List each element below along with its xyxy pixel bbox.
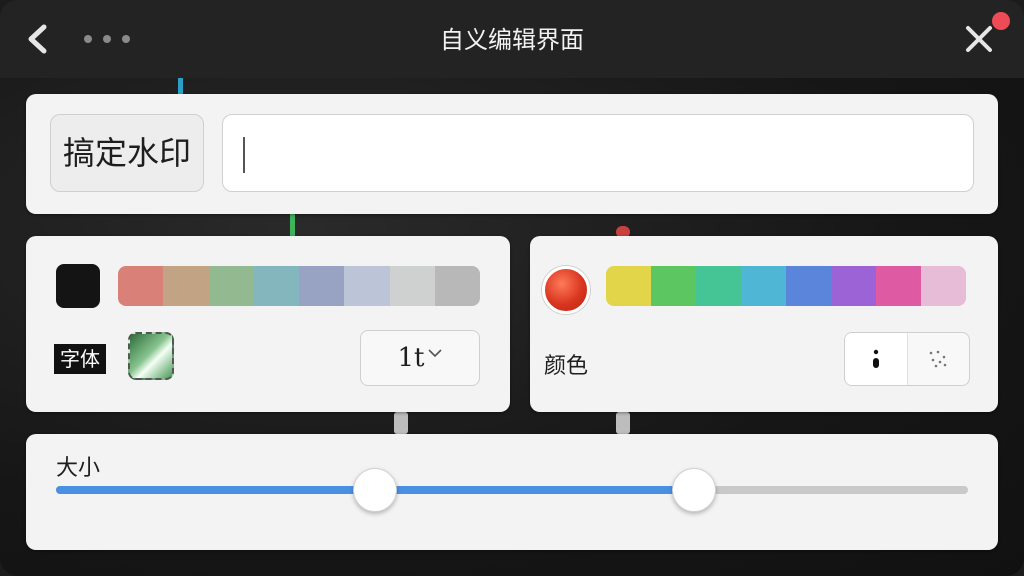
background-mark [616,412,630,434]
size-range-slider[interactable] [56,468,968,512]
notification-badge [992,12,1010,30]
color-swatch-7[interactable] [876,266,921,306]
font-label: 字体 [54,344,106,374]
background-mark [290,212,295,238]
size-label: 大小 [56,456,101,481]
close-icon [966,26,992,52]
font-card: 字体 1t [26,236,510,412]
more-dot [84,35,92,43]
font-size-value: 1t [397,343,425,373]
color-swatch-5[interactable] [786,266,831,306]
style-option-dot[interactable] [845,333,908,385]
font-color-swatch-5[interactable] [299,266,345,306]
close-button[interactable] [962,22,996,56]
watermark-text-input[interactable] [222,114,974,192]
screen: 自义编辑界面 搞定水印 字体 1t 颜色 大小 [0,0,1024,576]
color-card: 颜色 [530,236,998,412]
size-card: 大小 [26,434,998,550]
color-swatch-3[interactable] [696,266,741,306]
font-color-swatch-6[interactable] [344,266,390,306]
font-size-select[interactable]: 1t [360,330,480,386]
style-toggle-group [844,332,970,386]
font-color-swatch-4[interactable] [253,266,299,306]
back-button[interactable] [22,22,52,56]
color-swatch-1[interactable] [606,266,651,306]
more-dot [103,35,111,43]
color-label: 颜色 [544,354,589,379]
color-palette [606,266,966,306]
font-color-palette [118,266,480,306]
selected-color-dot[interactable] [542,266,590,314]
style-option-scatter[interactable] [908,333,970,385]
font-color-swatch-7[interactable] [389,266,435,306]
slider-thumb-low[interactable] [353,468,398,512]
slider-thumb-high[interactable] [672,468,717,512]
color-swatch-6[interactable] [831,266,876,306]
chevron-left-icon [28,24,47,54]
selected-color-swatch[interactable] [56,264,100,308]
chevron-down-icon [427,349,442,358]
scatter-style-icon [929,350,947,368]
color-swatch-2[interactable] [651,266,696,306]
background-mark [394,412,408,434]
color-swatch-8[interactable] [921,266,966,306]
font-color-swatch-1[interactable] [118,266,164,306]
dot-style-icon [872,349,879,368]
page-title: 自义编辑界面 [440,26,584,54]
top-bar: 自义编辑界面 [0,0,1024,78]
font-color-swatch-3[interactable] [208,266,254,306]
watermark-button[interactable]: 搞定水印 [50,114,204,192]
gradient-swatch[interactable] [128,332,174,380]
font-color-swatch-2[interactable] [163,266,209,306]
font-color-swatch-8[interactable] [434,266,480,306]
more-dot [122,35,130,43]
color-swatch-4[interactable] [741,266,786,306]
more-button[interactable] [84,28,130,50]
text-caret [243,137,245,173]
watermark-card: 搞定水印 [26,94,998,214]
